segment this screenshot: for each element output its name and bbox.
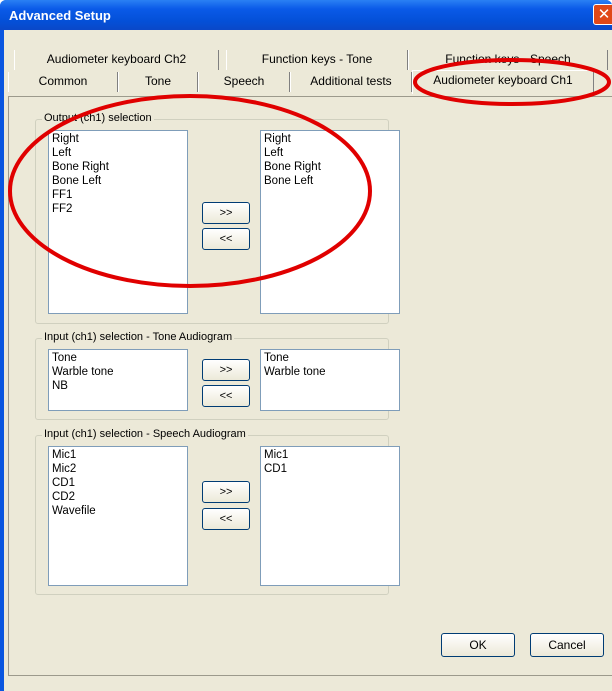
tab-function-keys-tone[interactable]: Function keys - Tone xyxy=(226,50,408,70)
tab-common[interactable]: Common xyxy=(8,72,118,92)
tone-selected-list[interactable]: Tone Warble tone xyxy=(260,349,400,411)
tone-remove-button[interactable]: << xyxy=(202,385,250,407)
list-item[interactable]: Bone Left xyxy=(52,174,187,188)
list-item[interactable]: Bone Left xyxy=(264,174,399,188)
speech-add-button[interactable]: >> xyxy=(202,481,250,503)
speech-selected-list[interactable]: Mic1 CD1 xyxy=(260,446,400,586)
list-item[interactable]: Left xyxy=(52,146,187,160)
tab-speech[interactable]: Speech xyxy=(198,72,290,92)
cancel-button[interactable]: Cancel xyxy=(530,633,604,657)
tab-audiometer-keyboard-ch2[interactable]: Audiometer keyboard Ch2 xyxy=(14,50,219,70)
output-remove-button[interactable]: << xyxy=(202,228,250,250)
list-item[interactable]: Warble tone xyxy=(52,365,187,379)
list-item[interactable]: Tone xyxy=(52,351,187,365)
tone-available-list[interactable]: Tone Warble tone NB xyxy=(48,349,188,411)
list-item[interactable]: Right xyxy=(52,132,187,146)
tab-function-keys-speech[interactable]: Function keys - Speech xyxy=(408,50,608,70)
list-item[interactable]: Bone Right xyxy=(264,160,399,174)
list-item[interactable]: Mic2 xyxy=(52,462,187,476)
list-item[interactable]: FF1 xyxy=(52,188,187,202)
tab-tone[interactable]: Tone xyxy=(118,72,198,92)
speech-available-list[interactable]: Mic1 Mic2 CD1 CD2 Wavefile xyxy=(48,446,188,586)
list-item[interactable]: Mic1 xyxy=(52,448,187,462)
window-title: Advanced Setup xyxy=(9,8,111,23)
tab-additional-tests[interactable]: Additional tests xyxy=(290,72,412,92)
tab-audiometer-keyboard-ch1[interactable]: Audiometer keyboard Ch1 xyxy=(412,70,594,94)
output-add-button[interactable]: >> xyxy=(202,202,250,224)
list-item[interactable]: NB xyxy=(52,379,187,393)
list-item[interactable]: CD1 xyxy=(52,476,187,490)
list-item[interactable]: FF2 xyxy=(52,202,187,216)
list-item[interactable]: Wavefile xyxy=(52,504,187,518)
list-item[interactable]: Left xyxy=(264,146,399,160)
tone-input-selection-group: Input (ch1) selection - Tone Audiogram T… xyxy=(35,331,400,420)
list-item[interactable]: CD1 xyxy=(264,462,399,476)
title-bar[interactable]: Advanced Setup xyxy=(0,0,612,30)
close-icon[interactable]: ✕ xyxy=(593,4,612,25)
list-item[interactable]: Warble tone xyxy=(264,365,399,379)
tab-panel-audiometer-keyboard-ch1: Output (ch1) selection Right Left Bone R… xyxy=(8,96,612,676)
output-selection-group: Output (ch1) selection Right Left Bone R… xyxy=(35,112,400,324)
list-item[interactable]: Right xyxy=(264,132,399,146)
output-selected-list[interactable]: Right Left Bone Right Bone Left xyxy=(260,130,400,314)
speech-remove-button[interactable]: << xyxy=(202,508,250,530)
list-item[interactable]: Tone xyxy=(264,351,399,365)
speech-group-label: Input (ch1) selection - Speech Audiogram xyxy=(42,428,248,440)
advanced-setup-window: Advanced Setup ✕ Audiometer keyboard Ch2… xyxy=(0,0,612,691)
list-item[interactable]: Mic1 xyxy=(264,448,399,462)
dialog-client-area: Audiometer keyboard Ch2 Function keys - … xyxy=(4,30,612,691)
list-item[interactable]: Bone Right xyxy=(52,160,187,174)
tone-add-button[interactable]: >> xyxy=(202,359,250,381)
ok-button[interactable]: OK xyxy=(441,633,515,657)
list-item[interactable]: CD2 xyxy=(52,490,187,504)
speech-input-selection-group: Input (ch1) selection - Speech Audiogram… xyxy=(35,428,400,595)
output-group-label: Output (ch1) selection xyxy=(42,112,154,124)
tone-group-label: Input (ch1) selection - Tone Audiogram xyxy=(42,331,235,343)
output-available-list[interactable]: Right Left Bone Right Bone Left FF1 FF2 xyxy=(48,130,188,314)
